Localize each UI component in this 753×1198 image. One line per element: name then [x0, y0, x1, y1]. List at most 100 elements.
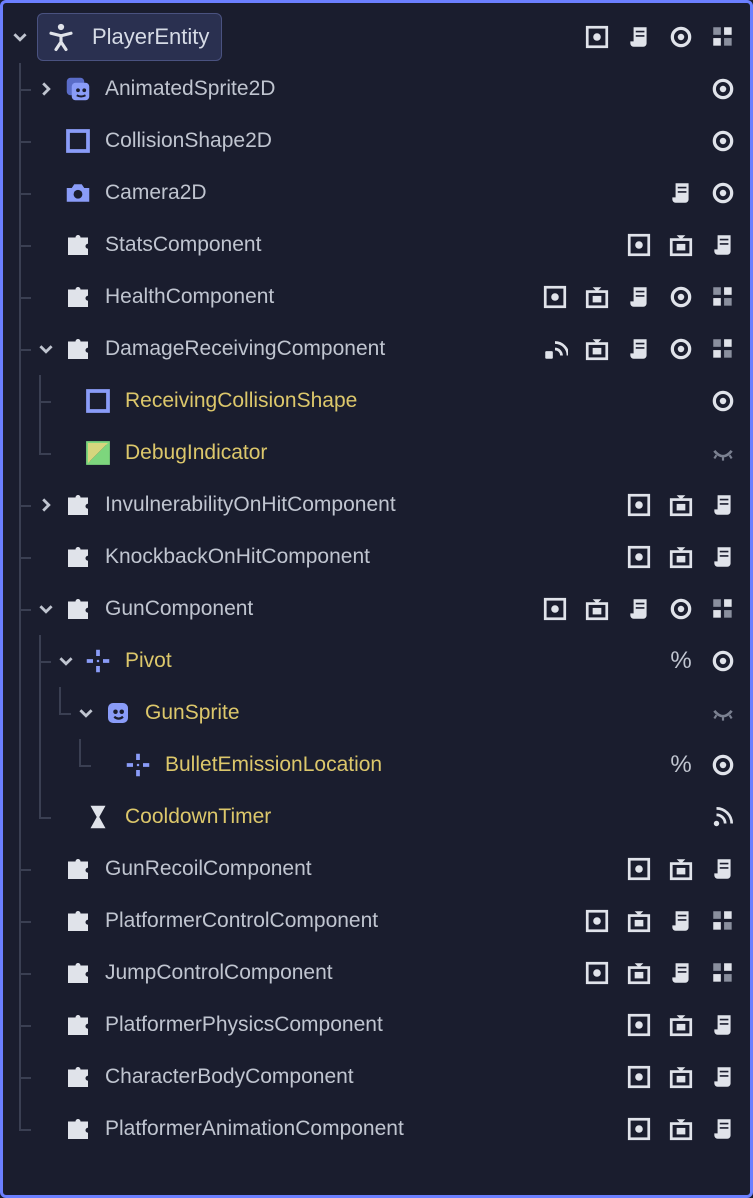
tree-row[interactable]: Pivot% [9, 635, 744, 687]
tree-row[interactable]: AnimatedSprite2D [9, 63, 744, 115]
tree-row[interactable]: PlatformerPhysicsComponent [9, 999, 744, 1051]
percent-icon[interactable]: % [666, 646, 696, 676]
expand-toggle[interactable] [9, 26, 31, 48]
script-icon[interactable] [666, 906, 696, 936]
tree-row[interactable]: InvulnerabilityOnHitComponent [9, 479, 744, 531]
tree-row[interactable]: PlatformerControlComponent [9, 895, 744, 947]
square-dot-icon[interactable] [582, 958, 612, 988]
hidden-icon[interactable] [708, 438, 738, 468]
group-icon[interactable] [708, 958, 738, 988]
hidden-icon[interactable] [708, 698, 738, 728]
tree-row[interactable]: BulletEmissionLocation% [9, 739, 744, 791]
tree-row[interactable]: Camera2D [9, 167, 744, 219]
visibility-icon[interactable] [708, 750, 738, 780]
signal-alt-icon[interactable] [708, 802, 738, 832]
expand-toggle[interactable] [35, 494, 57, 516]
visibility-icon[interactable] [708, 126, 738, 156]
group-icon[interactable] [708, 334, 738, 364]
script-icon[interactable] [708, 1010, 738, 1040]
script-icon[interactable] [708, 542, 738, 572]
box-arrow-icon[interactable] [666, 1010, 696, 1040]
marker-icon [83, 646, 113, 676]
visibility-icon[interactable] [666, 282, 696, 312]
tree-row[interactable]: DamageReceivingComponent [9, 323, 744, 375]
expand-toggle[interactable] [35, 598, 57, 620]
tree-row[interactable]: StatsComponent [9, 219, 744, 271]
expand-toggle[interactable] [75, 702, 97, 724]
tree-row[interactable]: PlatformerAnimationComponent [9, 1103, 744, 1155]
square-dot-icon[interactable] [624, 1062, 654, 1092]
script-icon[interactable] [708, 1114, 738, 1144]
box-arrow-icon[interactable] [582, 282, 612, 312]
tree-row[interactable]: KnockbackOnHitComponent [9, 531, 744, 583]
script-icon[interactable] [624, 282, 654, 312]
square-dot-icon[interactable] [624, 490, 654, 520]
square-dot-icon[interactable] [540, 594, 570, 624]
visibility-icon[interactable] [666, 334, 696, 364]
group-icon[interactable] [708, 22, 738, 52]
script-icon[interactable] [708, 230, 738, 260]
tree-row[interactable]: CooldownTimer [9, 791, 744, 843]
visibility-icon[interactable] [666, 594, 696, 624]
root-node[interactable]: PlayerEntity [37, 13, 222, 61]
expand-toggle[interactable] [35, 338, 57, 360]
node-label: CollisionShape2D [105, 129, 702, 153]
script-icon[interactable] [666, 178, 696, 208]
script-icon[interactable] [708, 490, 738, 520]
group-icon[interactable] [708, 906, 738, 936]
puzzle-icon [63, 594, 93, 624]
box-arrow-icon[interactable] [624, 906, 654, 936]
visibility-icon[interactable] [708, 74, 738, 104]
square-dot-icon[interactable] [624, 542, 654, 572]
percent-icon[interactable]: % [666, 750, 696, 780]
node-label: PlatformerAnimationComponent [105, 1117, 618, 1141]
puzzle-icon [63, 490, 93, 520]
script-icon[interactable] [666, 958, 696, 988]
visibility-icon[interactable] [708, 386, 738, 416]
box-arrow-icon[interactable] [582, 594, 612, 624]
square-dot-icon[interactable] [582, 906, 612, 936]
box-arrow-icon[interactable] [624, 958, 654, 988]
square-dot-icon[interactable] [624, 1010, 654, 1040]
group-icon[interactable] [708, 594, 738, 624]
box-arrow-icon[interactable] [666, 490, 696, 520]
tree-row[interactable]: CollisionShape2D [9, 115, 744, 167]
tree-row[interactable]: GunRecoilComponent [9, 843, 744, 895]
visibility-icon[interactable] [708, 646, 738, 676]
tree-row[interactable]: JumpControlComponent [9, 947, 744, 999]
script-icon[interactable] [708, 854, 738, 884]
square-dot-icon[interactable] [540, 282, 570, 312]
tree-root-row[interactable]: PlayerEntity [9, 11, 744, 63]
square-dot-icon[interactable] [582, 22, 612, 52]
box-arrow-icon[interactable] [666, 230, 696, 260]
tree-row[interactable]: HealthComponent [9, 271, 744, 323]
square-dot-icon[interactable] [624, 854, 654, 884]
script-icon[interactable] [708, 1062, 738, 1092]
box-arrow-icon[interactable] [666, 854, 696, 884]
script-icon[interactable] [624, 334, 654, 364]
node-label: InvulnerabilityOnHitComponent [105, 493, 618, 517]
tree-row[interactable]: CharacterBodyComponent [9, 1051, 744, 1103]
tree-row[interactable]: ReceivingCollisionShape [9, 375, 744, 427]
box-arrow-icon[interactable] [582, 334, 612, 364]
square-dot-icon[interactable] [624, 1114, 654, 1144]
expand-toggle[interactable] [55, 650, 77, 672]
square-dot-icon[interactable] [624, 230, 654, 260]
node-label: Camera2D [105, 181, 660, 205]
group-icon[interactable] [708, 282, 738, 312]
tree-row[interactable]: DebugIndicator [9, 427, 744, 479]
box-arrow-icon[interactable] [666, 1114, 696, 1144]
visibility-icon[interactable] [666, 22, 696, 52]
visibility-icon[interactable] [708, 178, 738, 208]
node-label: ReceivingCollisionShape [125, 389, 702, 413]
script-icon[interactable] [624, 22, 654, 52]
box-arrow-icon[interactable] [666, 1062, 696, 1092]
script-icon[interactable] [624, 594, 654, 624]
tree-row[interactable]: GunSprite [9, 687, 744, 739]
signal-icon[interactable] [540, 334, 570, 364]
tree-row[interactable]: GunComponent [9, 583, 744, 635]
colorrect-icon [83, 438, 113, 468]
node-label: GunSprite [145, 701, 702, 725]
expand-toggle[interactable] [35, 78, 57, 100]
box-arrow-icon[interactable] [666, 542, 696, 572]
